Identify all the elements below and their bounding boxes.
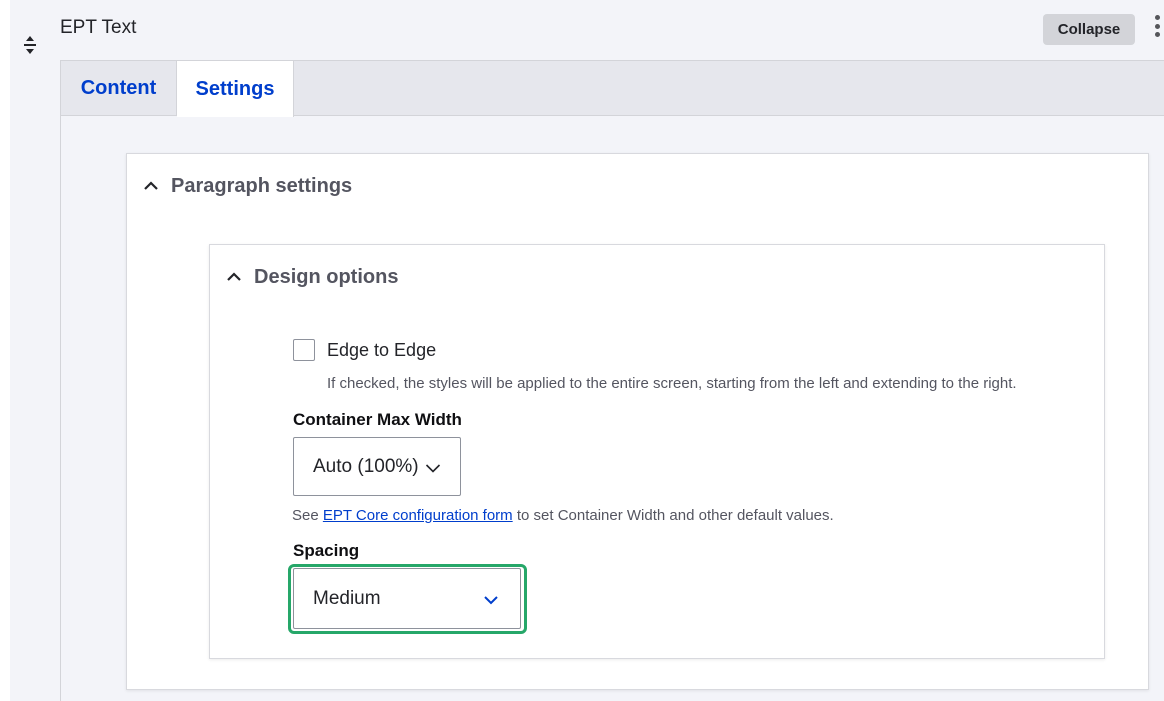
chevron-up-icon bbox=[226, 272, 242, 282]
chevron-up-icon bbox=[143, 181, 159, 191]
spacing-label: Spacing bbox=[293, 541, 360, 560]
ept-core-config-link[interactable]: EPT Core configuration form bbox=[323, 507, 513, 524]
container-max-width-value: Auto (100%) bbox=[313, 455, 419, 477]
container-max-width-label: Container Max Width bbox=[293, 410, 462, 429]
chevron-down-icon bbox=[425, 460, 441, 478]
design-options-summary[interactable]: Design options bbox=[226, 263, 398, 291]
chevron-down-icon bbox=[483, 592, 499, 610]
tab-settings[interactable]: Settings bbox=[177, 61, 294, 117]
container-width-help: See EPT Core configuration form to set C… bbox=[292, 507, 834, 524]
tab-bar: Content Settings bbox=[61, 61, 1164, 117]
tab-content[interactable]: Content bbox=[61, 61, 177, 116]
paragraph-settings-summary[interactable]: Paragraph settings bbox=[143, 172, 352, 200]
kebab-menu-icon[interactable] bbox=[1151, 15, 1163, 43]
page-margin bbox=[0, 0, 10, 701]
edge-to-edge-description: If checked, the styles will be applied t… bbox=[327, 375, 1017, 392]
paragraph-title: EPT Text bbox=[60, 17, 137, 38]
edge-to-edge-checkbox[interactable] bbox=[293, 339, 315, 361]
paragraph-settings-title: Paragraph settings bbox=[171, 174, 353, 197]
collapse-button[interactable]: Collapse bbox=[1043, 14, 1135, 45]
edge-to-edge-label[interactable]: Edge to Edge bbox=[327, 340, 436, 361]
spacing-value: Medium bbox=[313, 587, 381, 609]
drag-handle-icon[interactable] bbox=[20, 34, 40, 56]
container-max-width-select[interactable]: Auto (100%) bbox=[293, 437, 461, 496]
spacing-select[interactable]: Medium bbox=[293, 568, 521, 629]
design-options-title: Design options bbox=[254, 265, 399, 288]
